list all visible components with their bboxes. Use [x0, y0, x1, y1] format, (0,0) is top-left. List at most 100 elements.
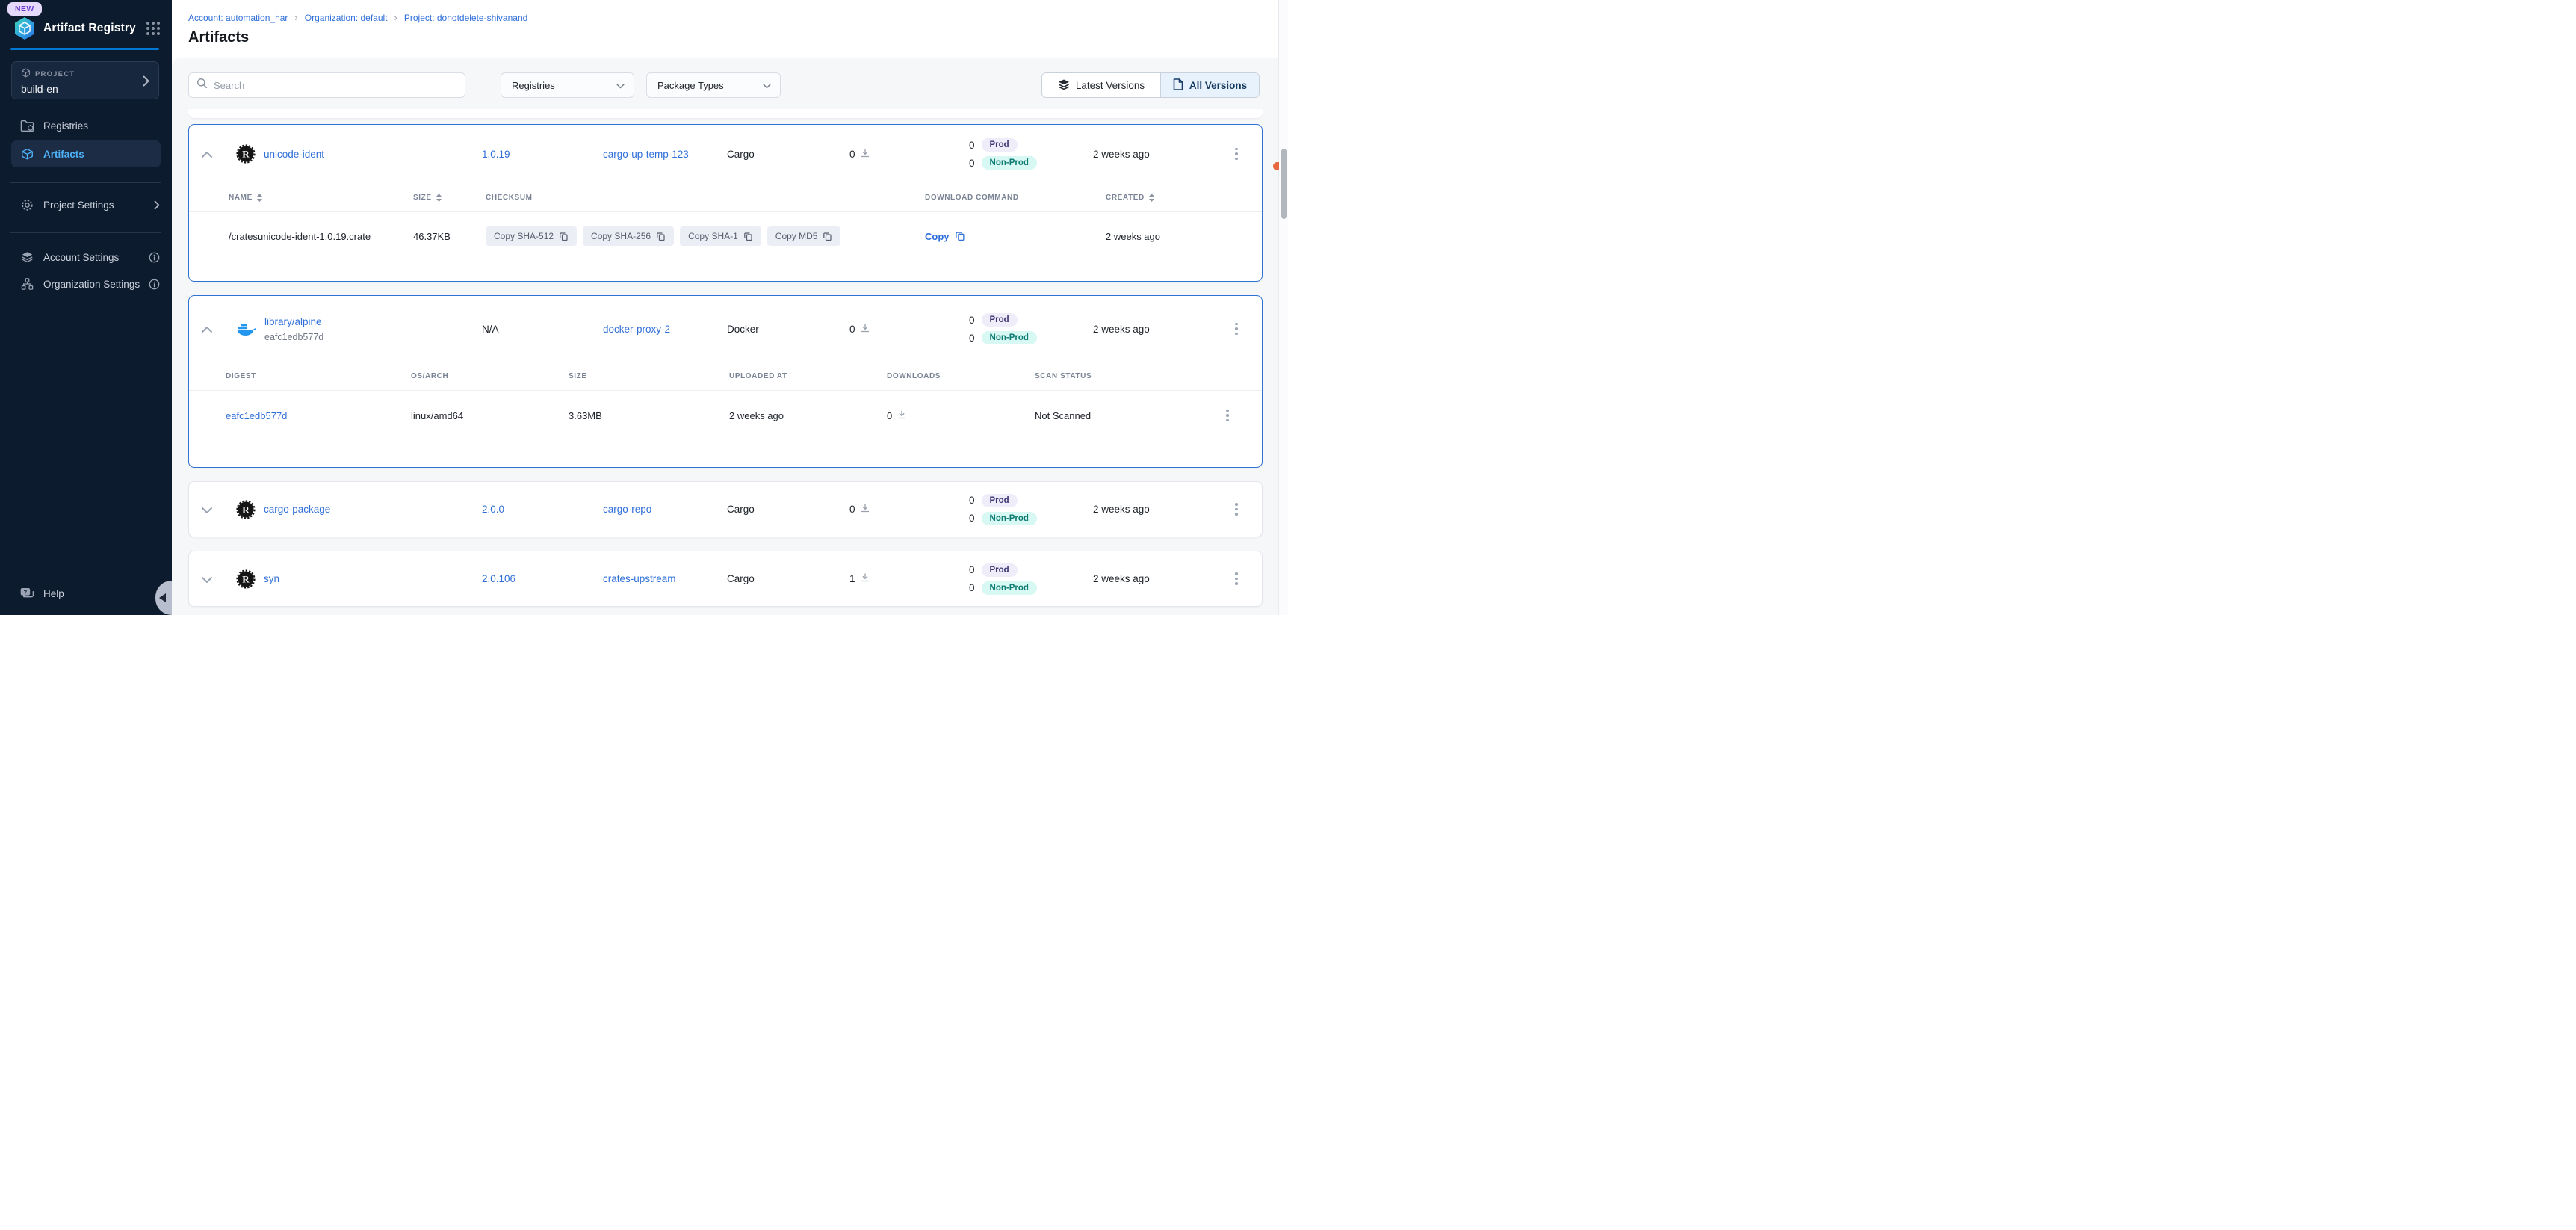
artifact-version-link[interactable]: 2.0.0 — [482, 504, 504, 515]
sidebar-item-project-settings[interactable]: Project Settings — [0, 192, 172, 217]
downloads-count: 0 — [887, 410, 892, 421]
search-input[interactable] — [214, 80, 457, 91]
collapse-row-button[interactable] — [189, 325, 225, 333]
kebab-menu-icon[interactable] — [1232, 320, 1241, 339]
column-header-name[interactable]: NAME — [229, 194, 413, 202]
artifact-name-link[interactable]: syn — [264, 573, 279, 584]
download-icon — [897, 410, 906, 421]
help-button[interactable]: ? Help — [19, 582, 64, 605]
registries-dropdown[interactable]: Registries — [501, 72, 634, 98]
artifact-name-link[interactable]: cargo-package — [264, 504, 330, 515]
nonprod-badge: Non-Prod — [982, 156, 1037, 170]
copy-sha256-button[interactable]: Copy SHA-256 — [583, 226, 674, 246]
kebab-menu-icon[interactable] — [1232, 500, 1241, 519]
digests-subtable: DIGEST OS/ARCH SIZE UPLOADED AT DOWNLOAD… — [189, 362, 1262, 467]
kebab-menu-icon[interactable] — [1232, 569, 1241, 588]
latest-versions-button[interactable]: Latest Versions — [1042, 73, 1160, 97]
downloads-count: 0 — [849, 504, 855, 515]
artifact-name-link[interactable]: library/alpine — [264, 316, 322, 327]
new-badge: NEW — [7, 2, 42, 16]
project-name: build-en — [21, 83, 149, 95]
sort-icon — [257, 194, 262, 202]
brand-underline — [10, 48, 159, 50]
breadcrumb-account-link[interactable]: Account: automation_har — [188, 13, 288, 23]
column-header-digest: DIGEST — [226, 372, 411, 380]
artifact-version-link[interactable]: 1.0.19 — [482, 149, 510, 160]
sidebar-item-registries[interactable]: Registries — [0, 113, 172, 138]
latest-versions-label: Latest Versions — [1076, 80, 1145, 91]
project-selector[interactable]: PROJECT build-en — [11, 61, 159, 99]
filter-bar: Registries Package Types — [172, 58, 1288, 98]
copy-md5-button[interactable]: Copy MD5 — [767, 226, 841, 246]
sort-icon — [1149, 194, 1154, 202]
file-created: 2 weeks ago — [1106, 231, 1245, 242]
expand-row-button[interactable] — [189, 575, 225, 583]
breadcrumb-organization-link[interactable]: Organization: default — [305, 13, 388, 23]
artifact-registry-link[interactable]: cargo-up-temp-123 — [603, 149, 689, 160]
digest-link[interactable]: eafc1edb577d — [226, 410, 287, 421]
artifact-registry-link[interactable]: cargo-repo — [603, 504, 651, 515]
kebab-menu-icon[interactable] — [1232, 145, 1241, 164]
file-name: /cratesunicode-ident-1.0.19.crate — [229, 231, 413, 242]
apps-grid-icon[interactable] — [146, 22, 160, 35]
svg-text:R: R — [242, 573, 250, 584]
prod-count: 0 — [969, 315, 975, 326]
sidebar-item-organization-settings[interactable]: Organization Settings — [0, 271, 172, 297]
scrollbar-thumb[interactable] — [1281, 149, 1287, 219]
artifact-registry-link[interactable]: crates-upstream — [603, 573, 676, 584]
artifact-name-link[interactable]: unicode-ident — [264, 149, 324, 160]
kebab-menu-icon[interactable] — [1223, 407, 1232, 425]
sidebar-divider — [10, 232, 161, 233]
all-versions-button[interactable]: All Versions — [1160, 73, 1259, 97]
partially-scrolled-row — [188, 109, 1263, 118]
column-header-checksum: CHECKSUM — [486, 194, 925, 202]
nonprod-badge: Non-Prod — [982, 512, 1037, 525]
registries-dropdown-label: Registries — [512, 80, 555, 91]
sidebar-item-account-settings[interactable]: Account Settings — [0, 244, 172, 270]
prod-count: 0 — [969, 564, 975, 575]
sort-icon — [436, 194, 442, 202]
digest-row: eafc1edb577d linux/amd64 3.63MB 2 weeks … — [189, 391, 1262, 440]
breadcrumb-project-link[interactable]: Project: donotdelete-shivanand — [404, 13, 527, 23]
chevron-right-icon — [154, 200, 160, 210]
sidebar-item-artifacts[interactable]: Artifacts — [11, 140, 161, 167]
scrollbar[interactable] — [1278, 0, 1288, 615]
column-header-size: SIZE — [569, 372, 729, 380]
updated-at: 2 weeks ago — [1069, 573, 1226, 584]
column-header-created[interactable]: CREATED — [1106, 194, 1245, 202]
column-header-size[interactable]: SIZE — [413, 194, 486, 202]
copy-sha1-button[interactable]: Copy SHA-1 — [680, 226, 761, 246]
files-subtable: NAME SIZE CHECKSUM DOWNLOAD — [189, 183, 1262, 281]
package-type: Cargo — [725, 504, 815, 515]
uploaded-at: 2 weeks ago — [729, 410, 887, 421]
help-chat-icon: ? — [19, 587, 34, 601]
artifact-card-syn: R syn 2.0.106 crates-upstream Cargo 1 — [188, 551, 1263, 607]
artifact-card-library-alpine: library/alpine eafc1edb577d N/A docker-p… — [188, 295, 1263, 468]
info-icon — [149, 252, 160, 263]
scan-status: Not Scanned — [1035, 410, 1217, 421]
artifact-version-link[interactable]: 2.0.106 — [482, 573, 515, 584]
nonprod-count: 0 — [969, 333, 975, 344]
sidebar-collapse-button[interactable] — [155, 581, 172, 615]
rust-logo-icon: R — [236, 144, 256, 164]
copy-sha512-button[interactable]: Copy SHA-512 — [486, 226, 577, 246]
collapse-row-button[interactable] — [189, 150, 225, 158]
package-type: Cargo — [725, 149, 815, 160]
artifact-registry-link[interactable]: docker-proxy-2 — [603, 324, 670, 335]
sidebar-item-label: Account Settings — [43, 252, 119, 263]
layers-icon — [1058, 78, 1070, 93]
artifact-digest-short: eafc1edb577d — [264, 332, 323, 342]
copy-download-command-button[interactable]: Copy — [925, 231, 1106, 242]
breadcrumb: Account: automation_har › Organization: … — [188, 12, 1288, 23]
os-arch: linux/amd64 — [411, 410, 569, 421]
file-size: 46.37KB — [413, 231, 486, 242]
artifact-row: R unicode-ident 1.0.19 cargo-up-temp-123… — [189, 125, 1262, 183]
download-icon — [861, 504, 870, 515]
registries-folder-icon — [19, 120, 34, 132]
package-types-dropdown[interactable]: Package Types — [646, 72, 781, 98]
nonprod-count: 0 — [969, 513, 975, 524]
copy-icon — [743, 232, 753, 241]
copy-icon — [823, 232, 832, 241]
org-network-icon — [19, 277, 34, 291]
expand-row-button[interactable] — [189, 506, 225, 513]
